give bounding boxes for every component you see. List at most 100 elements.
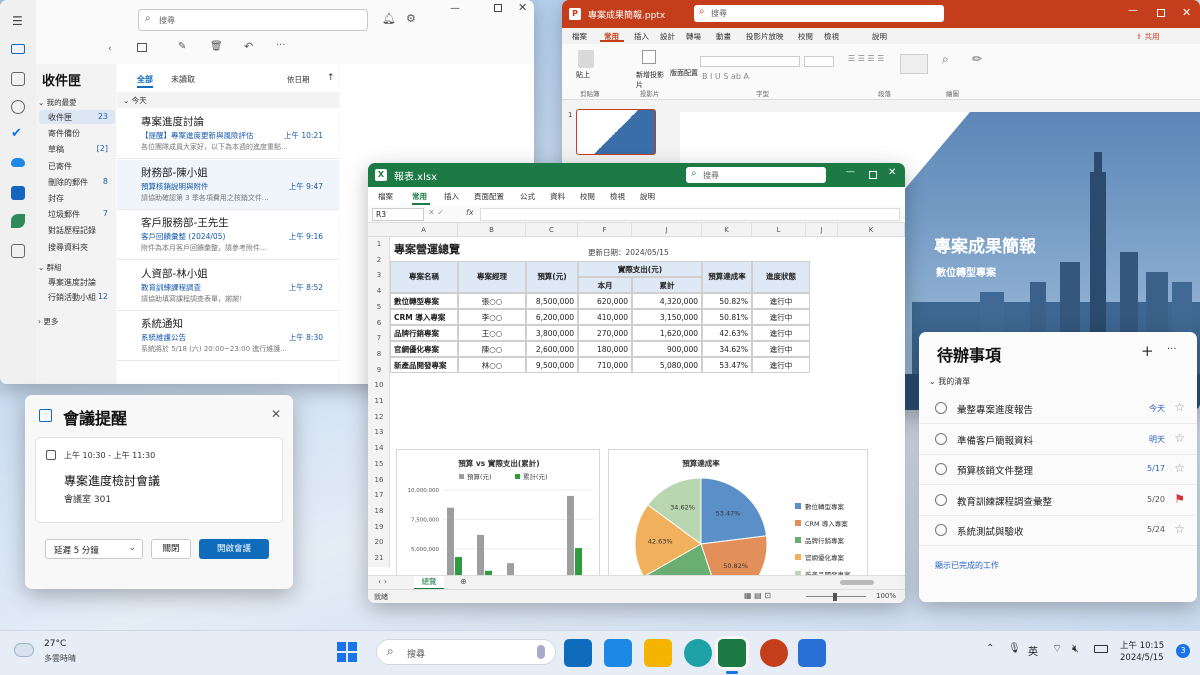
chevron-up-icon[interactable]: ⌃ [986,643,994,654]
table-cell[interactable]: 180,000 [578,341,632,357]
column-header[interactable]: F [578,223,632,237]
row-header[interactable]: 7 [368,331,390,346]
excel-tab[interactable]: 檢視 [610,191,625,202]
slide-thumbnail-1[interactable] [576,109,656,155]
snooze-dropdown[interactable]: 延遲 5 分鐘 ⌄ [45,539,143,559]
star-icon[interactable]: ☆ [1174,431,1185,445]
folder-item[interactable]: 草稿 [48,144,64,155]
excel-tab[interactable]: 資料 [550,191,565,202]
table-cell[interactable]: 1,620,000 [632,325,702,341]
table-cell[interactable]: 進行中 [752,357,810,373]
row-header[interactable]: 19 [368,520,390,535]
message-item[interactable]: 系統通知 系統維護公告 上午 8:30 系統將於 5/18 (六) 20:00~23:… [117,311,339,361]
table-cell[interactable]: 6,200,000 [526,309,578,325]
meeting-card[interactable]: 上午 10:30 - 上午 11:30 專案進度檢討會議 會議室 301 [35,437,283,523]
task-checkbox[interactable] [935,524,947,536]
list-header[interactable]: ⌄ 我的清單 [929,376,970,387]
store-taskbar-icon[interactable] [604,639,632,667]
folder-item[interactable]: 已寄件 [48,161,72,172]
table-cell[interactable]: 620,000 [578,293,632,309]
excel-tab[interactable]: 公式 [520,191,535,202]
slide-subtitle[interactable]: 數位轉型專案 [936,264,996,279]
ppt-search-box[interactable]: ⌕ 搜尋 [694,5,944,22]
column-header[interactable]: J [806,223,838,237]
excel-search-box[interactable]: ⌕ 搜尋 [686,167,826,183]
row-header[interactable]: 20 [368,535,390,550]
table-cell[interactable]: CRM 導入專案 [390,309,458,325]
table-cell[interactable]: 進行中 [752,309,810,325]
weather-text[interactable]: 多雲時晴 [44,653,76,664]
share-button[interactable]: ⇪ 共用 [1136,31,1160,42]
delete-icon[interactable]: 🗑︎ [210,41,223,52]
table-cell[interactable]: 林○○ [458,357,526,373]
clock-date[interactable]: 2024/5/15 [1120,653,1164,663]
row-header[interactable]: 21 [368,551,390,566]
add-sheet-icon[interactable]: ⊕ [460,577,467,586]
bell-icon[interactable]: 🔔︎ [382,12,396,25]
column-header[interactable]: K [838,223,905,237]
gear-icon[interactable]: ⚙ [406,12,416,25]
table-cell[interactable]: 張○○ [458,293,526,309]
clock-time[interactable]: 上午 10:15 [1120,639,1164,651]
tab-unread[interactable]: 未讀取 [171,74,195,85]
windows-start-icon[interactable] [337,642,357,662]
maximize-icon[interactable] [869,171,877,179]
header-cell[interactable]: 專案經理 [458,261,526,293]
new-slide-icon[interactable] [642,50,656,64]
onedrive-icon[interactable] [11,158,25,167]
column-header[interactable]: C [526,223,578,237]
ppt-tab[interactable]: 常用 [604,31,619,42]
favorites-header[interactable]: ⌄ 我的最愛 [38,97,77,108]
header-cell[interactable]: 預算(元) [526,261,578,293]
row-header[interactable]: 16 [368,473,390,488]
column-header[interactable]: J [632,223,702,237]
font-name-box[interactable] [700,56,800,67]
table-cell[interactable]: 官網優化專案 [390,341,458,357]
task-checkbox[interactable] [935,493,947,506]
table-cell[interactable]: 53.47% [702,357,752,373]
update-date[interactable]: 更新日期：2024/05/15 [588,247,669,258]
hamburger-menu-icon[interactable]: ☰ [12,14,23,28]
excel-tab[interactable]: 校閱 [580,191,595,202]
folder-item[interactable]: 刪除的郵件 [48,177,88,188]
star-icon[interactable]: ☆ [1174,522,1185,536]
row-header[interactable]: 12 [368,410,390,425]
add-task-icon[interactable]: + [1141,342,1154,360]
close-icon[interactable]: ✕ [1182,6,1191,19]
formula-cancel-confirm-icons[interactable]: ✕ ✓ [428,208,444,217]
table-cell[interactable]: 3,150,000 [632,309,702,325]
header-cell[interactable]: 專案名稱 [390,261,458,293]
edge-browser-icon[interactable] [684,639,712,667]
header-cell[interactable]: 累計 [632,277,702,293]
row-header[interactable]: 3 [368,268,390,283]
message-item[interactable]: 專案進度討論 【提醒】專案進度更新與風險評估 上午 10:21 各位團隊成員大家好，以… [117,109,339,159]
more-icon[interactable]: ··· [276,40,286,51]
folder-item[interactable]: 收件匣 [48,112,72,123]
row-header[interactable]: 9 [368,363,390,378]
table-cell[interactable]: 進行中 [752,293,810,309]
table-cell[interactable]: 陳○○ [458,341,526,357]
maximize-icon[interactable] [1157,9,1165,17]
microphone-icon[interactable]: 🎙︎ [1008,643,1021,654]
sheet-tab-overview[interactable]: 總覽 [414,576,444,590]
excel-tab[interactable]: 檔案 [378,191,393,202]
task-item[interactable]: 彙整專案進度報告 今天 ☆ [919,394,1197,424]
wifi-icon[interactable]: ⌔ [1052,642,1062,656]
row-header[interactable]: 6 [368,316,390,331]
show-completed-link[interactable]: 顯示已完成的工作 [935,560,999,571]
row-header[interactable]: 2 [368,253,390,268]
header-cell[interactable]: 進度狀態 [752,261,810,293]
calendar-icon[interactable] [11,72,25,86]
todo-taskbar-icon[interactable] [798,639,826,667]
folder-item[interactable]: 搜尋資料夾 [48,242,88,253]
row-header[interactable]: 15 [368,457,390,472]
ppt-tab[interactable]: 插入 [634,31,649,42]
minimize-icon[interactable]: — [1128,5,1138,16]
new-item-icon[interactable] [137,43,147,52]
task-item[interactable]: 準備客戶簡報資料 明天 ☆ [919,425,1197,455]
table-cell[interactable]: 5,080,000 [632,357,702,373]
folder-item[interactable]: 垃圾郵件 [48,209,80,220]
group-item[interactable]: 行銷活動小組 [48,292,96,303]
ppt-tab[interactable]: 轉場 [686,31,701,42]
row-header[interactable]: 17 [368,488,390,503]
